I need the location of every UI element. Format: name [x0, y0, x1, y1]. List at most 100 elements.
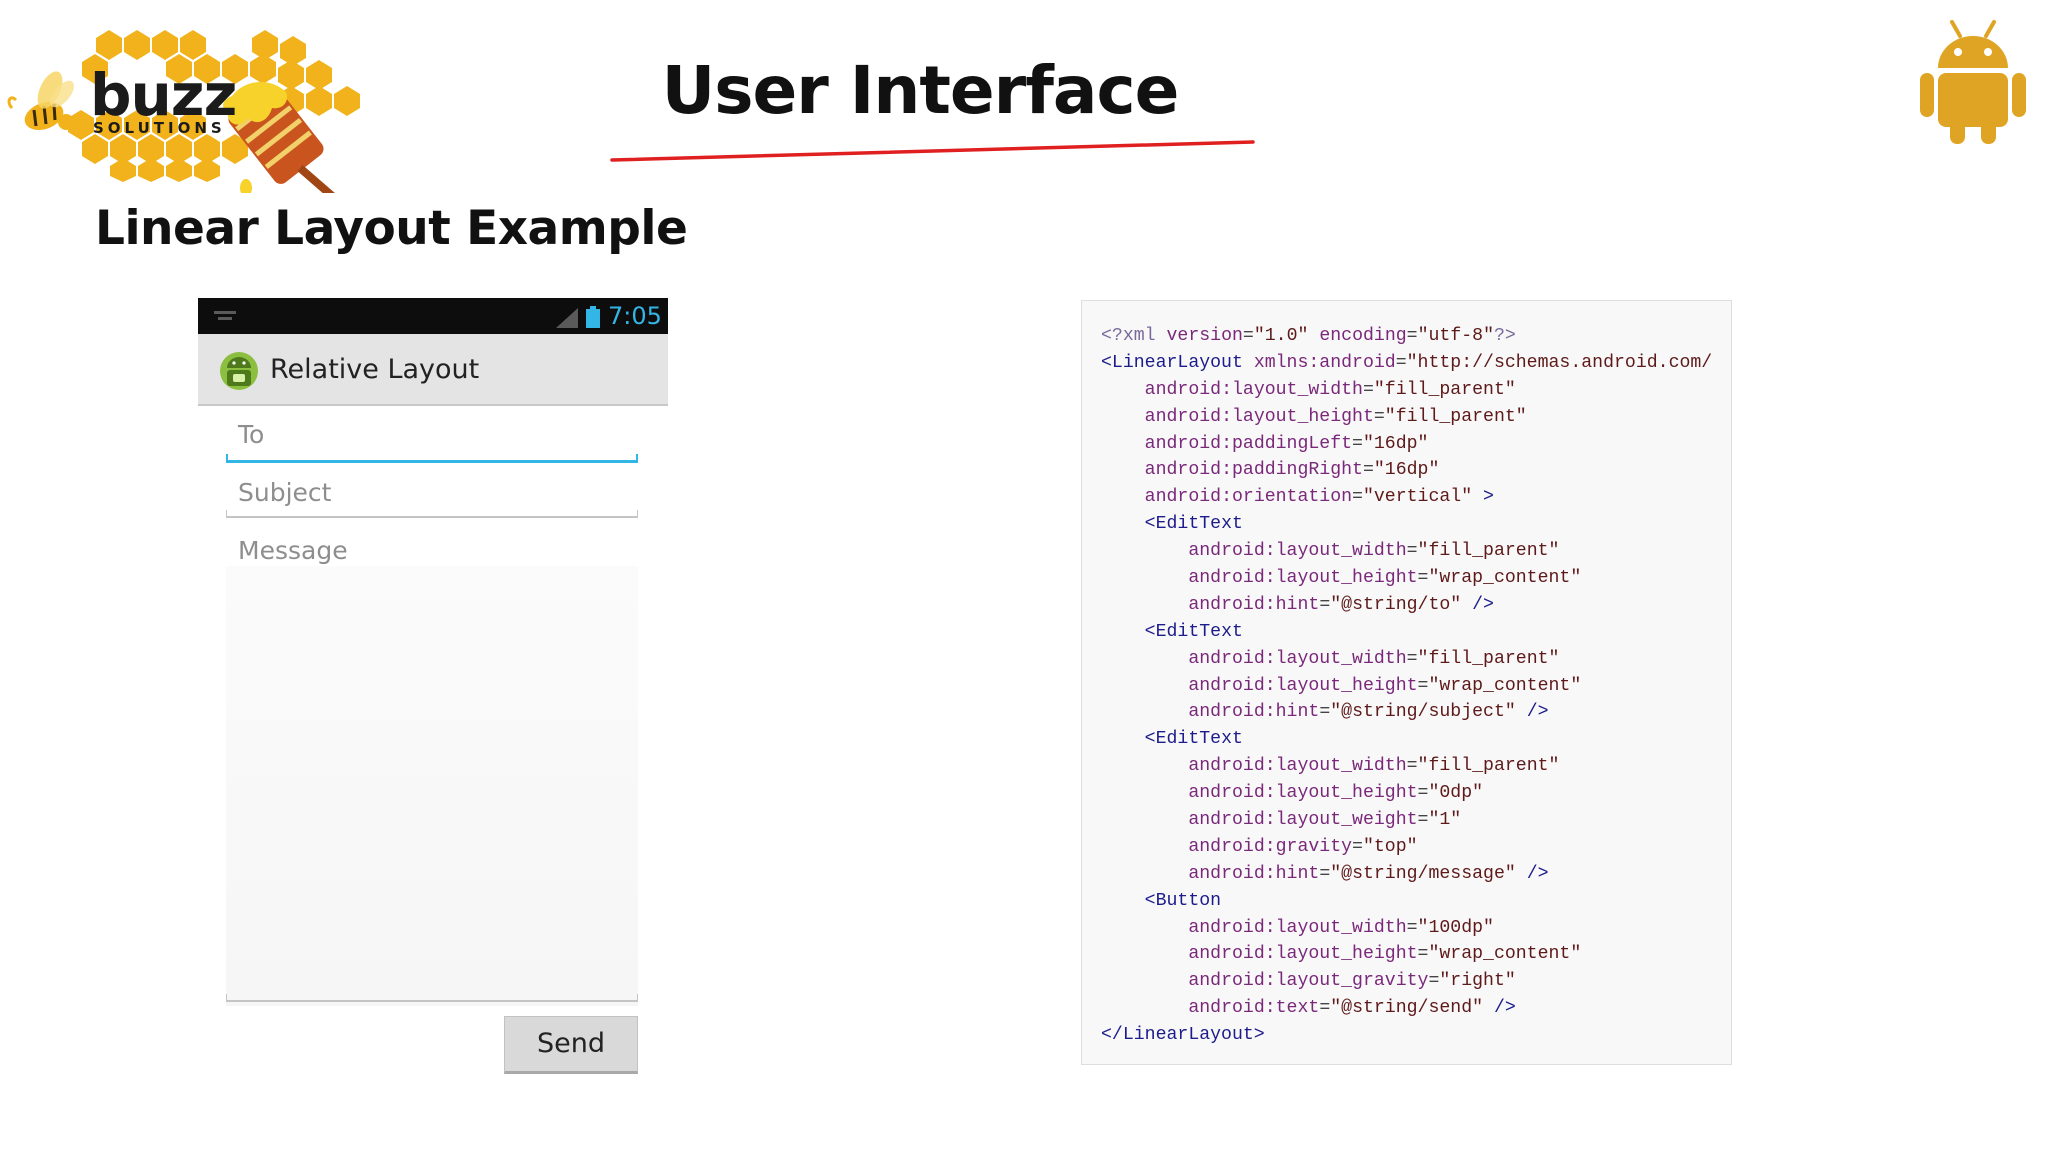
- code-token: =: [1319, 702, 1331, 723]
- code-line: android:layout_height="fill_parent": [1101, 404, 1712, 431]
- code-token: =: [1319, 863, 1331, 884]
- code-token: "@string/subject": [1330, 702, 1516, 723]
- code-line: android:paddingLeft="16dp": [1101, 431, 1712, 458]
- code-token: "fill_parent": [1417, 756, 1560, 777]
- to-field[interactable]: To: [238, 420, 264, 450]
- code-token: =: [1406, 326, 1418, 346]
- code-line: <EditText: [1101, 726, 1712, 753]
- code-token: android:layout_width: [1188, 541, 1407, 562]
- code-token: =: [1406, 756, 1418, 777]
- message-hint: Message: [238, 536, 348, 565]
- code-line: <?xml version="1.0" encoding="utf-8"?>: [1101, 323, 1712, 350]
- code-token: />: [1515, 702, 1549, 723]
- code-line: android:layout_width="100dp": [1101, 915, 1712, 942]
- code-token: "fill_parent": [1373, 379, 1516, 400]
- code-token: android:layout_height: [1188, 568, 1418, 589]
- android-logo-icon: [1920, 20, 2026, 144]
- code-token: =: [1319, 998, 1331, 1019]
- battery-icon: [586, 306, 600, 328]
- app-title: Relative Layout: [270, 354, 480, 385]
- code-line: android:layout_width="fill_parent": [1101, 646, 1712, 673]
- code-token: "0dp": [1428, 783, 1484, 804]
- code-token: =: [1417, 783, 1429, 804]
- code-token: android:paddingRight: [1144, 460, 1363, 481]
- code-line: <EditText: [1101, 511, 1712, 538]
- send-button[interactable]: Send: [504, 1016, 638, 1074]
- code-line: android:hint="@string/to" />: [1101, 592, 1712, 619]
- code-token: <?xml: [1101, 326, 1167, 346]
- to-field-underline: [226, 454, 638, 463]
- code-token: android:layout_width: [1144, 379, 1363, 400]
- code-token: "16dp": [1373, 460, 1440, 481]
- code-panel: <?xml version="1.0" encoding="utf-8"?> <L…: [1081, 300, 1732, 1065]
- message-field-underline: [226, 994, 638, 1002]
- code-token: =: [1242, 326, 1254, 346]
- code-line: <LinearLayout xmlns:android="http://sche…: [1101, 350, 1712, 377]
- bee-icon: [7, 71, 74, 131]
- code-token: "http://schemas.android.com/: [1406, 352, 1713, 373]
- code-token: android:layout_height: [1188, 783, 1418, 804]
- code-line: <EditText: [1101, 619, 1712, 646]
- code-token: "@string/send": [1330, 998, 1484, 1019]
- code-token: =: [1395, 352, 1407, 373]
- code-line: android:hint="@string/subject" />: [1101, 699, 1712, 726]
- code-token: android:layout_width: [1188, 756, 1407, 777]
- code-token: />: [1515, 863, 1549, 884]
- code-token: "utf-8": [1417, 326, 1494, 346]
- subject-field-underline: [226, 510, 638, 518]
- code-token: ?>: [1493, 326, 1516, 346]
- code-token: >: [1472, 487, 1494, 508]
- code-token: "wrap_content": [1428, 568, 1582, 589]
- code-line: android:gravity="top": [1101, 834, 1712, 861]
- code-token: =: [1417, 675, 1429, 696]
- code-token: android:layout_width: [1188, 648, 1407, 669]
- code-token: android:hint: [1188, 702, 1320, 723]
- code-line: android:layout_height="0dp": [1101, 780, 1712, 807]
- message-field[interactable]: [226, 566, 638, 1006]
- slide-title: User Interface: [661, 52, 1180, 129]
- code-token: =: [1417, 810, 1429, 831]
- slide-subtitle: Linear Layout Example: [95, 201, 688, 256]
- code-line: <Button: [1101, 888, 1712, 915]
- code-token: android:layout_height: [1188, 675, 1418, 696]
- code-token: =: [1362, 379, 1374, 400]
- code-token: "wrap_content": [1428, 675, 1582, 696]
- code-token: "fill_parent": [1384, 406, 1527, 427]
- logo-wordmark: buzz: [90, 61, 237, 129]
- code-token: =: [1406, 648, 1418, 669]
- code-token: android:hint: [1188, 594, 1320, 615]
- code-line: android:layout_height="wrap_content": [1101, 565, 1712, 592]
- xml-code-block: <?xml version="1.0" encoding="utf-8"?> <L…: [1101, 323, 1712, 1049]
- code-token: "@string/to": [1330, 594, 1462, 615]
- code-token: =: [1417, 944, 1429, 965]
- code-token: "1.0": [1253, 326, 1309, 346]
- code-token: version: [1166, 326, 1243, 346]
- status-bar: 7:05: [198, 298, 668, 334]
- code-line: android:layout_gravity="right": [1101, 968, 1712, 995]
- app-android-icon: [220, 352, 258, 390]
- code-token: =: [1319, 594, 1331, 615]
- code-token: android:layout_height: [1188, 944, 1418, 965]
- code-token: <EditText: [1144, 621, 1243, 642]
- code-token: =: [1362, 460, 1374, 481]
- code-token: =: [1406, 917, 1418, 938]
- code-line: android:layout_width="fill_parent": [1101, 377, 1712, 404]
- code-token: =: [1352, 433, 1363, 454]
- code-token: =: [1352, 836, 1363, 857]
- code-line: android:layout_height="wrap_content": [1101, 673, 1712, 700]
- code-token: =: [1373, 406, 1385, 427]
- code-token: android:layout_width: [1188, 917, 1407, 938]
- code-token: "vertical": [1362, 487, 1473, 508]
- subject-field[interactable]: Subject: [238, 478, 331, 508]
- code-token: <Button: [1144, 890, 1222, 911]
- code-token: encoding: [1319, 326, 1407, 346]
- code-token: "fill_parent": [1417, 648, 1560, 669]
- code-token: android:layout_gravity: [1188, 971, 1429, 992]
- code-token: <EditText: [1144, 514, 1243, 535]
- code-token: "100dp": [1417, 917, 1494, 938]
- code-token: </LinearLayout>: [1101, 1025, 1265, 1046]
- code-token: "@string/message": [1330, 863, 1516, 884]
- code-token: android:orientation: [1144, 487, 1353, 508]
- code-line: android:layout_width="fill_parent": [1101, 753, 1712, 780]
